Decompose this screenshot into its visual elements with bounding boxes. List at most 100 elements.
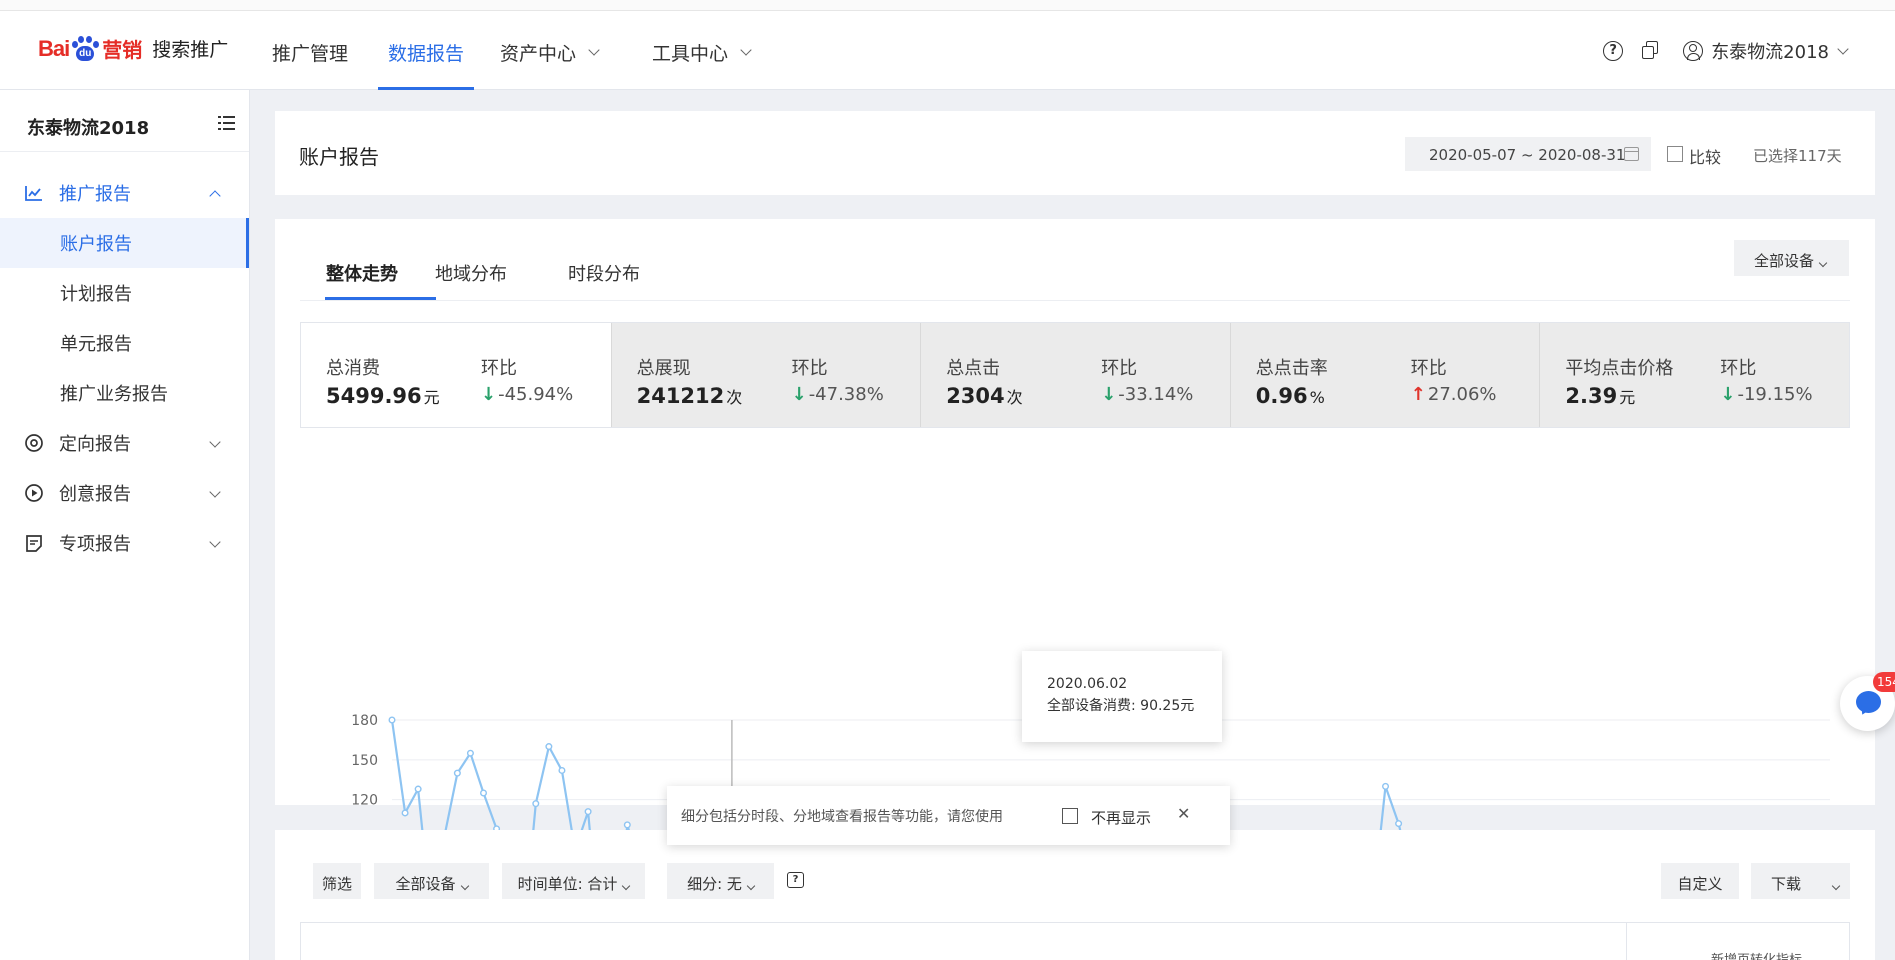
page-title: 账户报告 [299,145,379,169]
compare-checkbox[interactable] [1667,146,1683,162]
chevron-down-icon [209,536,221,548]
chevron-down-icon[interactable] [1837,42,1849,55]
data-point [388,716,396,724]
arrow-up-icon: ↑ [1410,384,1426,405]
notice-text: 细分包括分时段、分地域查看报告等功能，请您使用 [681,809,1003,825]
baidu-marketing-logo[interactable]: Bai du 营销 搜索推广 [38,34,228,63]
sidebar-group-creative-report[interactable]: 创意报告 [0,468,249,518]
trend-card: 整体走势 地域分布 时段分布 全部设备 总消费 5499.96 元 环比 ↓ -45… [275,219,1875,960]
data-point [623,821,631,829]
user-icon[interactable] [1683,41,1704,61]
logo-du-text: du [76,45,95,61]
arrow-down-icon: ↓ [481,384,497,405]
table-column-divider [1626,923,1627,960]
nav-item-asset-center[interactable]: 资产中心 [480,0,618,90]
account-menu[interactable]: 东泰物流2018 [1711,38,1829,64]
device-dropdown[interactable]: 全部设备 [374,863,489,899]
dont-show-again-checkbox[interactable] [1062,808,1078,824]
unread-badge: 154 [1873,672,1895,692]
metric-card[interactable]: 总点击率 0.96% 环比 ↑ 27.06% [1229,323,1540,427]
data-point [545,743,553,751]
data-point [1395,820,1403,828]
tab-region-distribution[interactable]: 地域分布 [435,260,507,286]
top-navbar: Bai du 营销 搜索推广 推广管理 数据报告 资产中心 工具中心 ? 东泰物… [0,0,1895,90]
table-header-cell: 新增页转化指标 [1711,949,1802,960]
filter-button[interactable]: 筛选 [313,863,361,899]
sidebar-group-special-report[interactable]: 专项报告 [0,518,249,568]
chevron-down-icon [460,881,469,891]
chevron-down-icon [1818,258,1828,268]
report-header-card: 账户报告 2020-05-07 ~ 2020-08-31 比较 已选择117天 [275,111,1875,195]
sidebar-item-plan-report[interactable]: 计划报告 [0,268,249,318]
chevron-up-icon [209,190,221,202]
logo-marketing-text: 营销 [102,38,143,62]
report-tabs: 整体走势 地域分布 时段分布 [300,219,1850,301]
data-point [1382,782,1390,790]
breakdown-dropdown[interactable]: 细分: 无 [667,863,774,899]
customize-columns-button[interactable]: 自定义 [1661,863,1739,899]
chart-tooltip: 2020.06.02 全部设备消费: 90.25元 [1022,651,1222,742]
dont-show-again-label: 不再显示 [1091,809,1152,827]
metric-card[interactable]: 平均点击价格 2.39 元 环比 ↓ -19.15% [1539,323,1849,427]
download-button[interactable]: 下载 [1751,863,1850,899]
chevron-down-icon [1831,881,1841,891]
sidebar-item-business-report[interactable]: 推广业务报告 [0,368,249,418]
device-select[interactable]: 全部设备 [1734,240,1849,276]
data-point [480,789,488,797]
collapse-sidebar-icon[interactable] [217,116,235,130]
chevron-down-icon [209,486,221,498]
breakdown-notice-popover: 细分包括分时段、分地域查看报告等功能，请您使用 不再显示 ✕ [667,786,1230,845]
product-name: 搜索推广 [152,39,229,61]
help-icon[interactable]: ? [1603,41,1624,61]
nav-item-tool-center[interactable]: 工具中心 [632,0,770,90]
report-table-header: 新增页转化指标 [300,922,1850,960]
logo-paw-icon: du [70,35,100,62]
main-nav: 推广管理 数据报告 资产中心 工具中心 [252,0,770,90]
nav-item-campaign-management[interactable]: 推广管理 [252,0,368,90]
arrow-down-icon: ↓ [1101,384,1117,405]
top-right-tools: ? 东泰物流2018 [1603,38,1849,64]
sidebar-item-unit-report[interactable]: 单元报告 [0,318,249,368]
sidebar-account-title: 东泰物流2018 [0,90,249,152]
nav-item-data-report[interactable]: 数据报告 [368,0,484,90]
metrics-bar: 总消费 5499.96 元 环比 ↓ -45.94% 总展现 241212 次 环比 … [300,322,1850,428]
y-tick-label: 120 [351,793,378,809]
tab-overall-trend[interactable]: 整体走势 [326,260,398,286]
tooltip-value: 全部设备消费: 90.25元 [1047,698,1195,714]
sidebar: 东泰物流2018 推广报告 账户报告 计划报告 单元报告 推广业务报告 定向报告… [0,90,250,960]
data-point [532,800,540,808]
chat-float-button[interactable]: 154 [1840,672,1895,731]
data-point [558,766,566,774]
data-point [453,769,461,777]
chevron-down-icon [209,436,221,448]
play-icon [25,484,43,502]
sidebar-group-targeting-report[interactable]: 定向报告 [0,418,249,468]
close-icon[interactable]: ✕ [1177,804,1190,823]
data-point [466,749,474,757]
tab-time-distribution[interactable]: 时段分布 [568,260,640,286]
metric-card[interactable]: 总消费 5499.96 元 环比 ↓ -45.94% [301,323,611,427]
tooltip-date: 2020.06.02 [1047,676,1128,692]
data-point [414,785,422,793]
logo-bai-text: Bai [38,35,70,61]
y-tick-label: 180 [351,713,378,729]
metric-card[interactable]: 总展现 241212 次 环比 ↓ -47.38% [610,323,921,427]
data-point [584,808,592,816]
breakdown-help-icon[interactable]: ? [787,872,804,888]
chevron-down-icon [622,881,631,891]
time-unit-dropdown[interactable]: 时间单位: 合计 [502,863,645,899]
sidebar-item-account-report[interactable]: 账户报告 [0,218,249,268]
note-icon [26,535,42,552]
metric-card[interactable]: 总点击 2304 次 环比 ↓ -33.14% [920,323,1230,427]
y-tick-label: 150 [351,753,378,769]
chart-icon [25,186,42,201]
date-range-picker[interactable]: 2020-05-07 ~ 2020-08-31 [1405,137,1651,171]
sidebar-group-promotion-report[interactable]: 推广报告 [0,168,249,218]
chevron-down-icon [740,43,752,56]
data-point [401,809,409,817]
arrow-down-icon: ↓ [1720,384,1736,405]
copy-windows-icon[interactable] [1641,41,1661,61]
arrow-down-icon: ↓ [791,384,807,405]
selected-days-text: 已选择117天 [1753,147,1842,165]
detail-table-card: 筛选 全部设备 时间单位: 合计 细分: 无 ? 自定义 下载 新增页转化指标 [275,830,1875,960]
